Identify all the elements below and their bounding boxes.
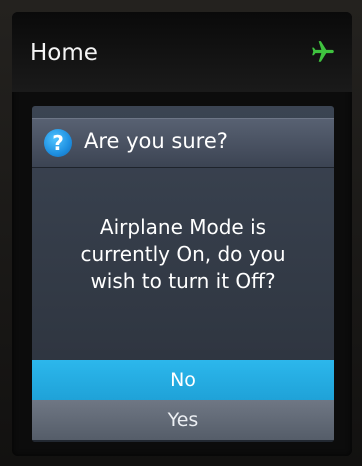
no-button[interactable]: No	[32, 360, 334, 400]
dialog-message-line: currently On, do you	[80, 242, 286, 266]
device-screen: Home ? Are you sure? Airplane Mode is cu…	[12, 12, 352, 456]
dialog-message-line: Airplane Mode is	[99, 215, 267, 239]
dialog-message-line: wish to turn it Off?	[90, 269, 276, 293]
dialog-footer-divider	[32, 440, 334, 442]
dialog-title: Are you sure?	[84, 129, 228, 153]
confirm-dialog: ? Are you sure? Airplane Mode is current…	[32, 106, 334, 442]
dialog-message: Airplane Mode is currently On, do you wi…	[42, 214, 324, 295]
page-title: Home	[30, 40, 98, 66]
yes-button[interactable]: Yes	[32, 400, 334, 440]
device-bezel: Home ? Are you sure? Airplane Mode is cu…	[0, 0, 362, 466]
dialog-header: ? Are you sure?	[32, 118, 334, 168]
question-icon: ?	[44, 129, 72, 157]
airplane-icon	[312, 41, 334, 62]
top-bar: Home	[12, 12, 352, 92]
